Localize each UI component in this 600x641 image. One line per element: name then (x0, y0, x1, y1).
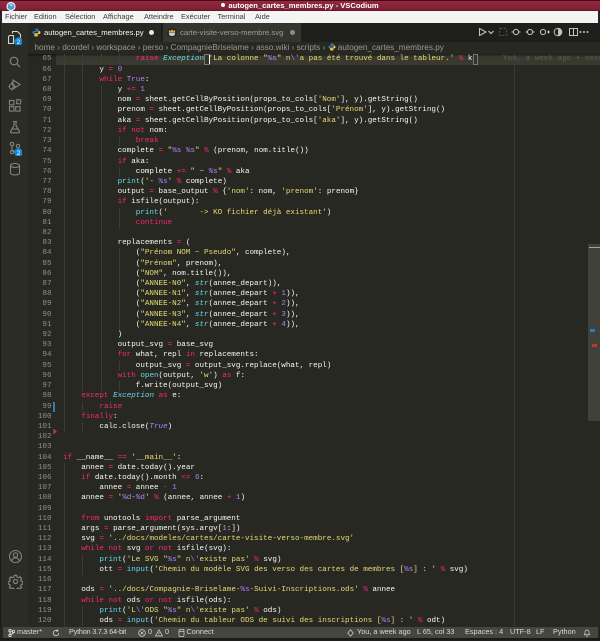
svg-text:2: 2 (16, 150, 20, 156)
svg-text:2: 2 (16, 39, 20, 45)
